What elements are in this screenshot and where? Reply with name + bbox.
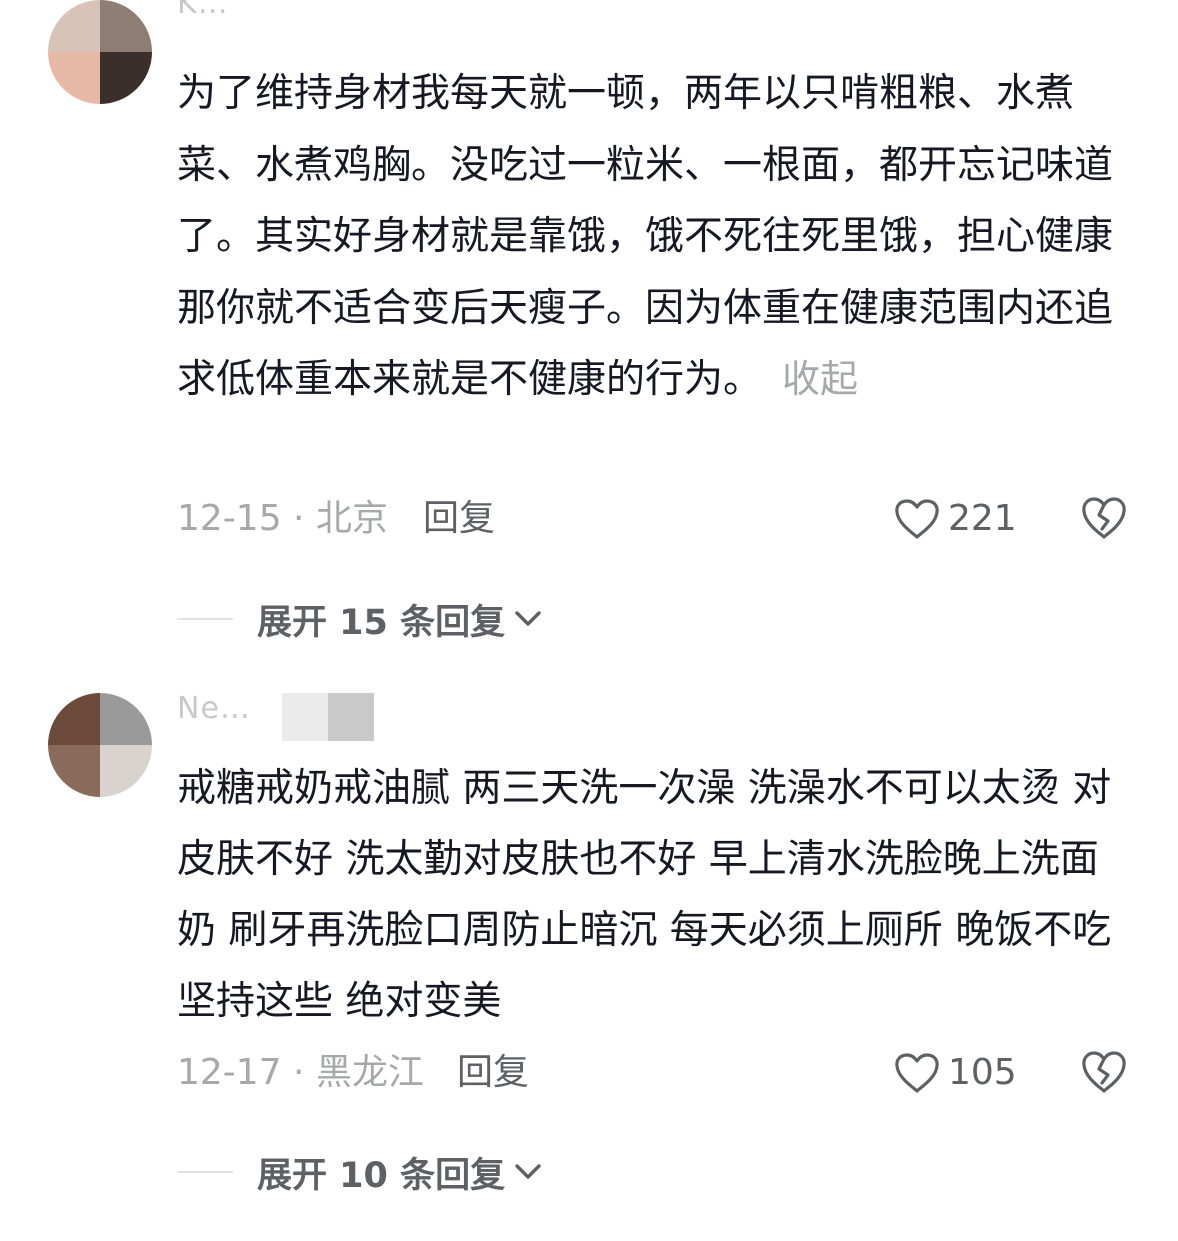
expand-replies-button[interactable]: 展开 10 条回复 <box>257 1147 543 1197</box>
broken-heart-icon <box>1082 497 1126 539</box>
comment-text: 为了维持身材我每天就一顿，两年以只啃粗粮、水煮菜、水煮鸡胸。没吃过一粒米、一根面… <box>177 58 1137 416</box>
username-mask <box>328 693 374 741</box>
expand-replies-label: 展开 10 条回复 <box>257 1155 506 1196</box>
comment-item: K… 为了维持身材我每天就一顿，两年以只啃粗粮、水煮菜、水煮鸡胸。没吃过一粒米、… <box>0 0 1178 660</box>
comment-body: 戒糖戒奶戒油腻 两三天洗一次澡 洗澡水不可以太烫 对皮肤不好 洗太勤对皮肤也不好… <box>177 766 1112 1024</box>
username[interactable]: Ne… <box>177 691 251 727</box>
like-button[interactable]: 221 <box>894 494 1017 544</box>
expand-replies-label: 展开 15 条回复 <box>257 602 506 643</box>
comment-body: 为了维持身材我每天就一顿，两年以只啃粗粮、水煮菜、水煮鸡胸。没吃过一粒米、一根面… <box>177 71 1114 403</box>
comment-item: Ne… 戒糖戒奶戒油腻 两三天洗一次澡 洗澡水不可以太烫 对皮肤不好 洗太勤对皮… <box>0 660 1178 1241</box>
collapse-link[interactable]: 收起 <box>782 357 858 401</box>
avatar[interactable] <box>48 693 152 797</box>
avatar[interactable] <box>48 0 152 104</box>
dislike-button[interactable] <box>1081 496 1127 540</box>
like-count: 105 <box>948 1052 1017 1093</box>
broken-heart-icon <box>1082 1051 1126 1093</box>
username-text: Ne… <box>177 691 251 726</box>
chevron-down-icon <box>515 611 541 626</box>
username-mask <box>282 693 328 741</box>
divider-line <box>177 618 233 620</box>
like-button[interactable]: 105 <box>894 1048 1017 1098</box>
divider-line <box>177 1171 233 1173</box>
heart-outline-icon <box>895 499 939 539</box>
comment-meta: 12-15 · 北京 回复 221 <box>177 494 1137 544</box>
reply-button[interactable]: 回复 <box>423 494 495 544</box>
reply-button[interactable]: 回复 <box>457 1048 529 1098</box>
comment-meta: 12-17 · 黑龙江 回复 105 <box>177 1048 1137 1098</box>
dislike-button[interactable] <box>1081 1050 1127 1094</box>
date-location: 12-15 · 北京 <box>177 498 388 539</box>
like-count: 221 <box>948 498 1017 539</box>
heart-outline-icon <box>895 1053 939 1093</box>
comment-text: 戒糖戒奶戒油腻 两三天洗一次澡 洗澡水不可以太烫 对皮肤不好 洗太勤对皮肤也不好… <box>177 753 1137 1037</box>
expand-replies-button[interactable]: 展开 15 条回复 <box>257 594 543 644</box>
username-text: K… <box>177 0 229 21</box>
username[interactable]: K… <box>177 0 229 22</box>
chevron-down-icon <box>515 1164 541 1179</box>
date-location: 12-17 · 黑龙江 <box>177 1052 424 1093</box>
